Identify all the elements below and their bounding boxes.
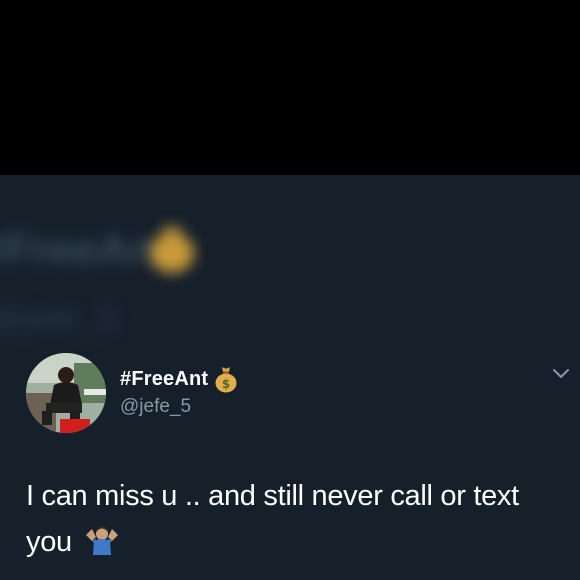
chevron-down-icon[interactable]	[552, 367, 570, 381]
money-bag-icon	[150, 227, 194, 273]
user-handle[interactable]: @jefe_5	[120, 396, 191, 418]
avatar[interactable]	[26, 353, 106, 433]
shrug-emoji-icon	[85, 526, 118, 555]
money-bag-icon: $	[215, 367, 237, 393]
tweet-text: I can miss u .. and still never call or …	[26, 473, 571, 565]
blurred-profile-header: #FreeAnt @jefe_5	[0, 205, 300, 345]
display-name-row[interactable]: #FreeAnt $	[120, 365, 238, 393]
svg-text:$: $	[222, 377, 230, 391]
tweet[interactable]: #FreeAnt $ @jefe_5 I can miss u .. and s…	[0, 345, 580, 580]
top-black-area	[0, 0, 580, 175]
blurred-display-name: #FreeAnt	[0, 225, 171, 274]
display-name[interactable]: #FreeAnt	[120, 368, 208, 391]
blurred-handle: @jefe_5	[0, 300, 118, 338]
